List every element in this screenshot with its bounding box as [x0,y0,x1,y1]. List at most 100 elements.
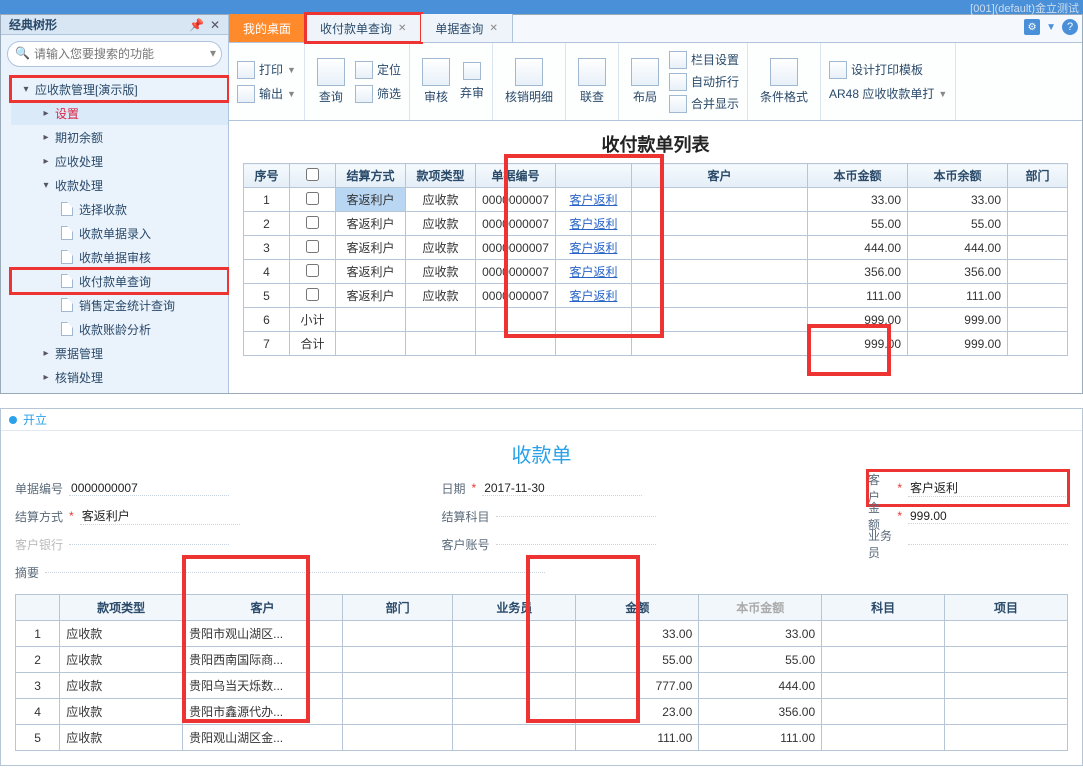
customer-link[interactable]: 客户返利 [569,193,617,207]
tree-item-label: 收款账龄分析 [79,321,151,338]
select-all-checkbox[interactable] [306,168,319,181]
tree-root[interactable]: ▾ 应收款管理[演示版] [11,77,228,101]
column-header[interactable]: 科目 [822,595,945,621]
acct-label: 客户账号 [442,536,490,553]
query-button[interactable]: 查询 [313,54,349,109]
column-header[interactable]: 项目 [945,595,1068,621]
acct-value[interactable] [496,544,656,545]
tree-item-label: 设置 [55,105,79,122]
column-header[interactable] [16,595,60,621]
table-row[interactable]: 3客返利户应收款0000000007客户返利444.00444.00 [244,236,1068,260]
docno-value[interactable]: 0000000007 [69,481,229,496]
table-row[interactable]: 2客返利户应收款0000000007客户返利55.0055.00 [244,212,1068,236]
abandon-button[interactable]: 弃审 [460,62,484,101]
tree-item[interactable]: 收付款单查询 [11,269,228,293]
tab[interactable]: 我的桌面 [229,14,306,42]
dropdown-icon[interactable]: ▼ [1046,22,1056,33]
row-checkbox[interactable] [306,240,319,253]
table-row[interactable]: 5客返利户应收款0000000007客户返利111.00111.00 [244,284,1068,308]
table-row[interactable]: 2应收款贵阳西南国际商...55.0055.00 [16,647,1068,673]
list-grid[interactable]: 序号 结算方式款项类型单据编号 客户本币金额本币余额部门 1客返利户应收款00000… [243,163,1068,356]
cell: 4 [244,260,290,284]
document-icon [61,298,73,312]
layout-button[interactable]: 布局 [627,54,663,109]
tree-item[interactable]: ▸设置 [11,101,228,125]
locate-button[interactable]: 定位 [355,59,401,81]
cell [1008,236,1068,260]
close-icon[interactable]: ✕ [398,23,406,34]
autowrap-button[interactable]: 自动折行 [669,71,739,93]
pin-icon[interactable]: 📌 [189,18,204,32]
customer-link[interactable]: 客户返利 [569,217,617,231]
row-checkbox[interactable] [306,216,319,229]
table-row[interactable]: 5应收款贵阳观山湖区金...111.00111.00 [16,725,1068,751]
table-row[interactable]: 1客返利户应收款0000000007客户返利33.0033.00 [244,188,1068,212]
help-icon[interactable]: ? [1062,19,1078,35]
close-icon[interactable]: ✕ [210,18,220,32]
column-header[interactable]: 本币金额 [808,164,908,188]
tree-item[interactable]: ▸期初余额 [11,125,228,149]
status-label[interactable]: 开立 [23,411,47,428]
amt-value[interactable]: 999.00 [908,509,1068,524]
column-header[interactable] [290,164,336,188]
tree-item[interactable]: 收款单据审核 [11,245,228,269]
customer-link[interactable]: 客户返利 [569,265,617,279]
close-icon[interactable]: ✕ [489,23,497,34]
column-header[interactable]: 部门 [342,595,453,621]
settle-value[interactable]: 客返利户 [80,507,240,525]
cond-button[interactable]: 条件格式 [756,54,812,109]
row-checkbox[interactable] [306,288,319,301]
filter-button[interactable]: 筛选 [355,83,401,105]
tree-item[interactable]: ▸核销处理 [11,365,228,389]
merge-button[interactable]: 合并显示 [669,93,739,115]
tab[interactable]: 收付款单查询✕ [306,14,421,42]
customer-link[interactable]: 客户返利 [569,241,617,255]
table-row[interactable]: 4应收款贵阳市鑫源代办...23.00356.00 [16,699,1068,725]
tree-item[interactable]: 销售定金统计查询 [11,293,228,317]
column-header[interactable] [556,164,632,188]
tree-item[interactable]: 收款单据录入 [11,221,228,245]
table-row[interactable]: 1应收款贵阳市观山湖区...33.0033.00 [16,621,1068,647]
export-button[interactable]: 输出▼ [237,83,296,105]
column-header[interactable]: 款项类型 [60,595,183,621]
sales-value[interactable] [908,544,1068,545]
tree-item[interactable]: ▸票据管理 [11,341,228,365]
column-header[interactable]: 部门 [1008,164,1068,188]
colset-button[interactable]: 栏目设置 [669,49,739,71]
column-header[interactable]: 结算方式 [336,164,406,188]
tab[interactable]: 单据查询 ✕ [421,14,512,42]
table-row[interactable]: 3应收款贵阳乌当天烁数...777.00444.00 [16,673,1068,699]
design-template-button[interactable]: 设计打印模板 [829,59,923,81]
column-header[interactable]: 本币金额 [699,595,822,621]
column-header[interactable]: 业务员 [453,595,576,621]
customer-link[interactable]: 客户返利 [569,289,617,303]
column-header[interactable]: 款项类型 [406,164,476,188]
search-input[interactable] [7,41,222,67]
settings-icon[interactable]: ⚙ [1024,19,1040,35]
detail-grid[interactable]: 款项类型客户部门业务员金额本币金额科目项目 1应收款贵阳市观山湖区...33.0… [15,594,1068,751]
print-button[interactable]: 打印▼ [237,59,296,81]
column-header[interactable]: 单据编号 [476,164,556,188]
row-checkbox[interactable] [306,192,319,205]
ar48-button[interactable]: AR48 应收收款单打▼ [829,83,947,105]
column-header[interactable]: 序号 [244,164,290,188]
search-dropdown-icon[interactable]: ▾ [210,46,216,60]
column-header[interactable]: 客户 [183,595,343,621]
audit-button[interactable]: 审核 [418,54,454,109]
date-value[interactable]: 2017-11-30 [482,481,642,496]
column-header[interactable]: 金额 [576,595,699,621]
column-header[interactable]: 客户 [632,164,808,188]
detail-button[interactable]: 核销明细 [501,54,557,109]
tree-item[interactable]: ▾收款处理 [11,173,228,197]
subj-value[interactable] [496,516,656,517]
link-button[interactable]: 联查 [574,54,610,109]
tree-item[interactable]: ▸应收处理 [11,149,228,173]
tree-item[interactable]: 收款账龄分析 [11,317,228,341]
tab-label: 单据查询 [435,20,483,37]
row-checkbox[interactable] [306,264,319,277]
cust-value[interactable]: 客户返利 [908,479,1068,497]
column-header[interactable]: 本币余额 [908,164,1008,188]
table-row[interactable]: 4客返利户应收款0000000007客户返利356.00356.00 [244,260,1068,284]
tree-item[interactable]: 选择收款 [11,197,228,221]
memo-value[interactable] [45,572,545,573]
